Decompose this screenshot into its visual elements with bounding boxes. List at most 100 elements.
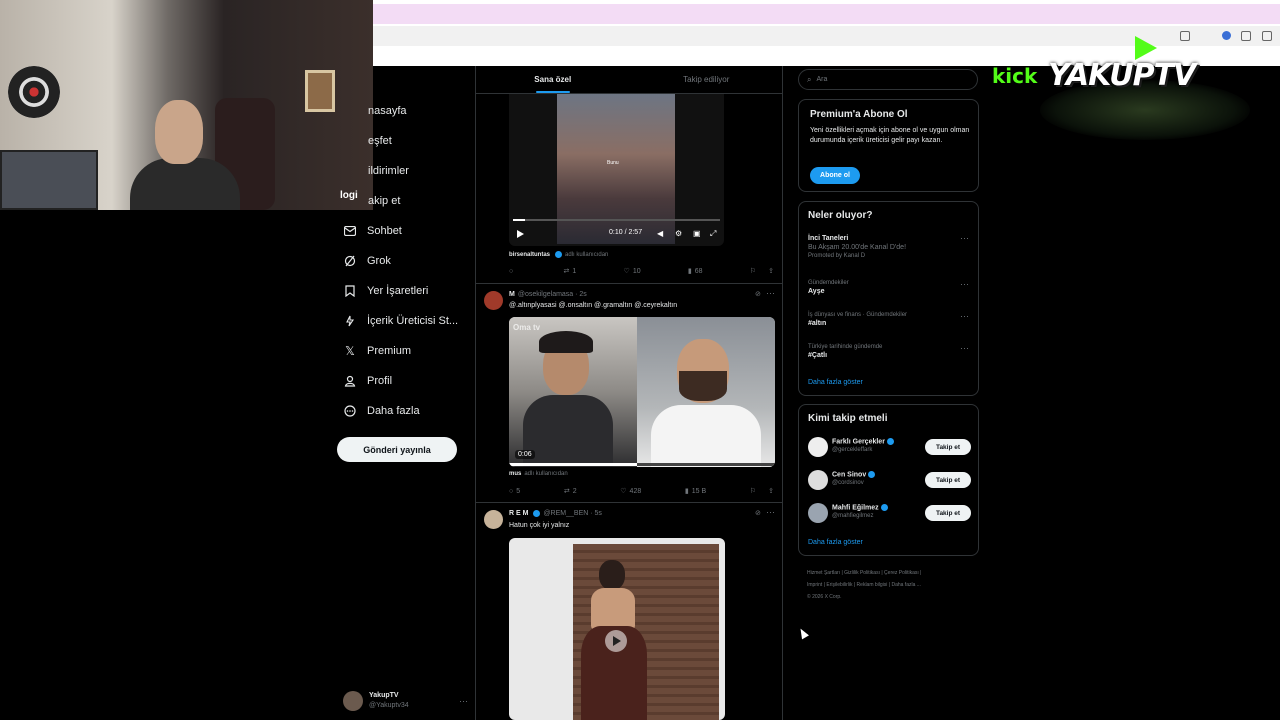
premium-text: Yeni özellikleri açmak için abone ol ve … <box>810 127 970 144</box>
post-author[interactable]: R E M <box>509 510 528 517</box>
follow-suggestion[interactable]: Cen Sinov @cordsinov <box>832 471 876 486</box>
more-dots-icon[interactable]: ··· <box>960 233 969 243</box>
tab-for-you[interactable]: Sana özel <box>476 66 630 93</box>
share-icon[interactable]: ⇪ <box>768 487 774 495</box>
fullscreen-icon[interactable]: ⤢ <box>710 229 716 239</box>
nav-item-profile[interactable]: Profil <box>343 366 392 396</box>
views-button[interactable]: ▮ 15 B <box>685 487 706 496</box>
menu-icon[interactable] <box>1262 31 1272 41</box>
follow-button[interactable]: Takip et <box>925 505 971 521</box>
trend-item[interactable]: İş dünyası ve finans · Gündemdekiler #al… <box>808 312 973 327</box>
nav-item-label: ildirimler <box>368 165 409 177</box>
like-button[interactable]: ♡ 428 <box>620 487 641 496</box>
search-input[interactable]: ⌕ Ara <box>798 69 978 90</box>
avatar[interactable] <box>808 470 828 490</box>
verified-icon <box>533 510 541 517</box>
more-dots-icon[interactable]: ··· <box>960 343 969 353</box>
nav-item-notifications[interactable]: ildirimler <box>368 156 409 186</box>
reply-button[interactable]: ○ 5 <box>509 487 520 495</box>
video-duration: 0:06 <box>515 450 535 459</box>
account-switcher[interactable]: YakupTV @Yakuptv34 ··· <box>343 688 468 714</box>
trend-item[interactable]: Türkiye tarihinde gündemde #Çatlı <box>808 344 973 359</box>
settings-icon[interactable]: ⚙ <box>675 229 682 238</box>
grok-icon[interactable]: ⊘ <box>755 509 761 517</box>
footer-line[interactable]: Hizmet Şartları | Gizlilik Politikası | … <box>807 567 977 579</box>
nav-item-label: Grok <box>367 255 391 267</box>
nav-item-grok[interactable]: Grok <box>343 246 391 276</box>
monitor-image <box>0 150 98 210</box>
nav-item-more[interactable]: Daha fazla <box>343 396 420 426</box>
nav-item-bookmarks[interactable]: Yer İşaretleri <box>343 276 428 306</box>
repost-button[interactable]: ⇄ 2 <box>563 487 577 496</box>
search-icon: ⌕ <box>807 74 812 84</box>
video-progress-track[interactable] <box>513 219 720 221</box>
person-icon <box>343 374 357 388</box>
post-handle[interactable]: @REM__BEN · 5s <box>543 510 601 517</box>
post-author[interactable]: M <box>509 291 515 298</box>
avatar[interactable] <box>484 291 503 310</box>
post-header: R E M @REM__BEN · 5s <box>509 510 602 517</box>
bookmark-icon[interactable]: ⚐ <box>750 487 756 495</box>
follow-button[interactable]: Takip et <box>925 472 971 488</box>
grok-icon[interactable]: ⊘ <box>755 290 761 298</box>
hair-image <box>539 331 593 353</box>
post-button[interactable]: Gönderi yayınla <box>337 437 457 462</box>
share-icon[interactable]: ⇪ <box>768 267 774 275</box>
views-button[interactable]: ▮ 68 <box>688 267 703 276</box>
footer-links: Hizmet Şartları | Gizlilik Politikası | … <box>807 567 977 603</box>
more-dots-icon[interactable]: ··· <box>960 311 969 321</box>
avatar[interactable] <box>808 503 828 523</box>
like-button[interactable]: ♡ 10 <box>624 267 641 276</box>
post-handle[interactable]: @osekilgelamasa · 2s <box>518 291 587 298</box>
repost-icon: ⇄ <box>563 488 570 495</box>
attribution-user[interactable]: mus <box>509 471 521 477</box>
follow-suggestion[interactable]: Mahfi Eğilmez @mahfiegilmez <box>832 504 888 519</box>
reply-button[interactable]: ○ <box>509 267 516 275</box>
feed-tabs: Sana özel Takip ediliyor <box>476 66 783 94</box>
nav-item-home[interactable]: nasayfa <box>368 96 407 126</box>
follow-suggestion[interactable]: Farklı Gerçekler @gercekleffark <box>832 438 894 453</box>
trend-item[interactable]: Gündemdekiler Ayşe <box>808 280 973 295</box>
attribution-note: adlı kullanıcıdan <box>524 471 568 477</box>
more-dots-icon[interactable]: ··· <box>766 507 775 517</box>
play-icon[interactable] <box>517 230 524 238</box>
subscribe-button[interactable]: Abone ol <box>810 167 860 184</box>
avatar[interactable] <box>484 510 503 529</box>
video-progress-track[interactable] <box>509 463 775 466</box>
profile-icon[interactable] <box>1222 31 1231 40</box>
attribution-user[interactable]: birsenaltuntas <box>509 252 550 258</box>
bookmark-icon[interactable]: ⚐ <box>750 267 756 275</box>
post-actions: ○ 5 ⇄ 2 ♡ 428 ▮ 15 B ⚐ ⇪ <box>509 487 774 496</box>
repost-button[interactable]: ⇄ 1 <box>564 267 577 276</box>
tab-following[interactable]: Takip ediliyor <box>630 66 783 93</box>
video-frame-image <box>557 94 675 244</box>
nav-item-label: Premium <box>367 345 412 357</box>
video-progress-fill <box>509 463 637 466</box>
nav-item-chat[interactable]: Sohbet <box>343 216 402 246</box>
show-more-link[interactable]: Daha fazla göster <box>808 539 863 546</box>
more-dots-icon[interactable]: ··· <box>960 279 969 289</box>
browser-tab-strip[interactable] <box>373 4 1280 24</box>
nav-item-premium[interactable]: 𝕏 Premium <box>343 336 411 366</box>
bolt-icon <box>343 314 357 328</box>
back-image <box>591 588 635 630</box>
nav-item-explore[interactable]: eşfet <box>368 126 392 156</box>
footer-line[interactable]: Imprint | Erişilebilirlik | Reklam bilgi… <box>807 579 977 591</box>
trend-item[interactable]: İnci Taneleri Bu Akşam 20.00'de Kanal D'… <box>808 235 973 259</box>
share-icon[interactable] <box>1241 31 1251 41</box>
copyright: © 2026 X Corp. <box>807 594 842 600</box>
nav-item-follow[interactable]: akip et <box>368 186 400 216</box>
more-dots-icon[interactable]: ··· <box>766 288 775 298</box>
video-player[interactable] <box>509 538 725 720</box>
account-handle: @Yakuptv34 <box>369 702 409 709</box>
video-player[interactable]: Oma tv 0:06 <box>509 317 775 467</box>
follow-button[interactable]: Takip et <box>925 439 971 455</box>
show-more-link[interactable]: Daha fazla göster <box>808 379 863 386</box>
extension-icon[interactable] <box>1180 31 1190 41</box>
volume-icon[interactable]: ◀ <box>657 229 663 238</box>
account-name: YakupTV <box>369 692 399 699</box>
video-player[interactable]: Bunu 0:10 / 2:57 ◀ ⚙ ▣ ⤢ <box>509 94 724 246</box>
avatar[interactable] <box>808 437 828 457</box>
nav-item-creator-studio[interactable]: İçerik Üreticisi St... <box>343 306 458 336</box>
pip-icon[interactable]: ▣ <box>693 229 701 238</box>
